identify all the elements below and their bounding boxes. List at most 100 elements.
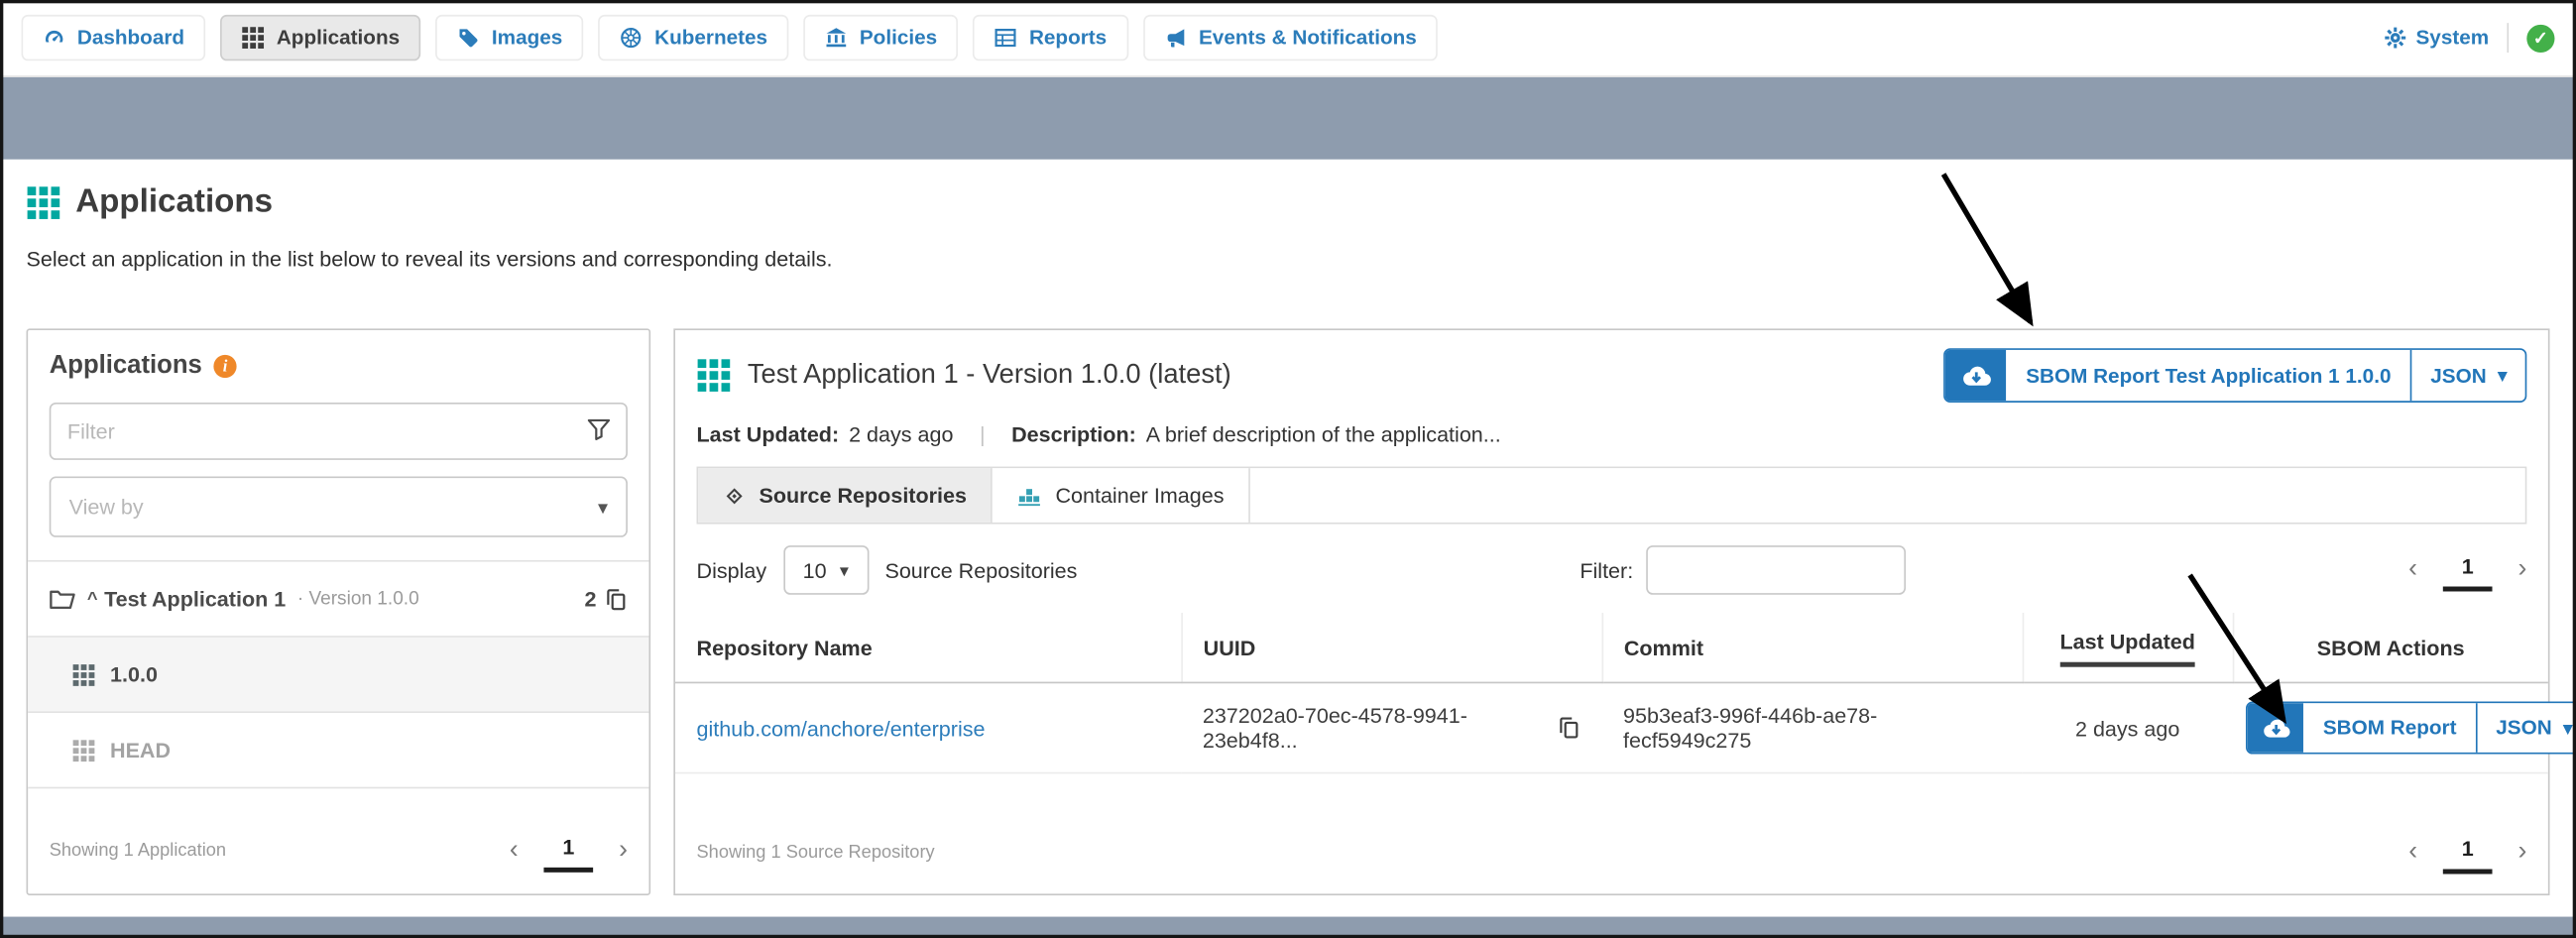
nav-label: Images [492, 27, 562, 50]
container-stack-icon [1017, 483, 1042, 508]
table-row[interactable]: github.com/anchore/enterprise 237202a0-7… [675, 682, 2548, 772]
nav-label: Applications [277, 27, 400, 50]
table-filter-group: Filter: [1580, 545, 1906, 595]
application-row[interactable]: ^ Test Application 1 · Version 1.0.0 2 [28, 562, 648, 638]
detail-meta-row: Last Updated: 2 days ago | Description: … [675, 415, 2548, 466]
tag-icon [457, 27, 480, 50]
column-header-sbom-actions[interactable]: SBOM Actions [2233, 613, 2548, 682]
chevron-down-icon: ▾ [840, 559, 849, 581]
nav-item-kubernetes[interactable]: Kubernetes [599, 15, 789, 60]
uuid-value: 237202a0-70ec-4578-9941-23eb4f8... [1203, 703, 1545, 753]
copy-icon[interactable] [1558, 716, 1581, 739]
detail-tabstrip: Source Repositories Container Images [697, 467, 2527, 525]
nav-item-reports[interactable]: Reports [974, 15, 1128, 60]
column-header-uuid[interactable]: UUID [1181, 613, 1601, 682]
tab-label: Container Images [1055, 483, 1224, 508]
column-header-repository-name[interactable]: Repository Name [675, 613, 1181, 682]
application-name: Test Application 1 [104, 587, 286, 612]
screenshot-root: Dashboard Applications Images Kubernetes [0, 0, 2576, 938]
bank-icon [825, 27, 848, 50]
pagination-next-icon[interactable]: › [2517, 840, 2526, 867]
pagination-current-page[interactable]: 1 [2444, 831, 2492, 874]
nav-item-events-notifications[interactable]: Events & Notifications [1143, 15, 1439, 60]
sorted-column-label: Last Updated [2059, 630, 2194, 667]
pagination-prev-icon[interactable]: ‹ [2408, 840, 2417, 867]
uuid-cell: 237202a0-70ec-4578-9941-23eb4f8... [1181, 682, 1601, 772]
detail-header: Test Application 1 - Version 1.0.0 (late… [675, 330, 2548, 415]
tabstrip-filler [1250, 468, 2525, 523]
pagination-current-page[interactable]: 1 [544, 829, 592, 872]
display-label: Display [697, 558, 767, 583]
pagination: ‹ 1 › [2408, 548, 2526, 591]
pagination: ‹ 1 › [510, 829, 628, 872]
sidebar-filter-wrap [50, 403, 628, 460]
meta-separator: | [980, 422, 986, 447]
page-title: Applications [75, 184, 273, 222]
nav-item-policies[interactable]: Policies [804, 15, 959, 60]
sbom-format-select[interactable]: JSON ▾ [2476, 703, 2576, 753]
view-by-placeholder: View by [69, 495, 144, 520]
display-suffix: Source Repositories [884, 558, 1077, 583]
panel-title: Applications [50, 352, 202, 382]
commit-cell: 95b3eaf3-996f-446b-ae78-fecf5949c275 [1601, 682, 2022, 772]
applications-list-footer: Showing 1 Application ‹ 1 › [28, 807, 648, 894]
pagination-current-page[interactable]: 1 [2444, 548, 2492, 591]
applications-grid-icon [27, 185, 61, 220]
top-navigation: Dashboard Applications Images Kubernetes [0, 0, 2576, 77]
pagination-next-icon[interactable]: › [2517, 557, 2526, 584]
panel-title-row: Applications i [50, 352, 628, 382]
nav-label: System [2415, 27, 2489, 50]
filter-funnel-icon [587, 417, 612, 442]
column-header-last-updated[interactable]: Last Updated [2023, 613, 2233, 682]
sbom-report-app-button[interactable]: SBOM Report Test Application 1 1.0.0 JSO… [1943, 348, 2526, 403]
table-header-row: Repository Name UUID Commit Last Updated… [675, 613, 2548, 682]
table-filter-input[interactable] [1646, 545, 1906, 595]
page-subtitle: Select an application in the list below … [27, 247, 2550, 272]
tab-source-repositories[interactable]: Source Repositories [698, 468, 993, 523]
gear-icon [2383, 27, 2405, 50]
version-label: HEAD [110, 738, 171, 762]
pagination-prev-icon[interactable]: ‹ [2408, 557, 2417, 584]
nav-item-system[interactable]: System [2383, 27, 2489, 50]
check-glyph: ✓ [2533, 27, 2548, 49]
pagination-next-icon[interactable]: › [619, 837, 628, 864]
nav-separator [2507, 23, 2509, 53]
nav-label: Reports [1029, 27, 1107, 50]
cloud-download-icon[interactable] [2248, 703, 2303, 753]
applications-list-panel: Applications i View by ▾ [27, 328, 651, 895]
tab-container-images[interactable]: Container Images [993, 468, 1250, 523]
pagination-prev-icon[interactable]: ‹ [510, 837, 519, 864]
page-size-select[interactable]: 10 ▾ [783, 545, 869, 595]
last-updated-value: 2 days ago [2075, 716, 2179, 741]
applications-grid-icon [697, 358, 732, 393]
sbom-report-row-button[interactable]: SBOM Report JSON ▾ [2246, 701, 2576, 754]
system-health-check-icon[interactable]: ✓ [2526, 24, 2554, 52]
sidebar-filter-input[interactable] [50, 403, 628, 460]
applications-grid-icon [242, 27, 265, 50]
sbom-format-value: JSON [2430, 364, 2486, 387]
nav-item-applications[interactable]: Applications [221, 15, 421, 60]
detail-footer: Showing 1 Source Repository ‹ 1 › [675, 812, 2548, 894]
column-header-commit[interactable]: Commit [1601, 613, 2022, 682]
version-row-1-0-0[interactable]: 1.0.0 [28, 638, 648, 713]
megaphone-icon [1164, 27, 1187, 50]
copy-icon[interactable] [605, 587, 628, 610]
nav-item-dashboard[interactable]: Dashboard [22, 15, 206, 60]
nav-item-images[interactable]: Images [436, 15, 584, 60]
showing-count-text: Showing 1 Application [50, 841, 226, 861]
report-table-icon [995, 27, 1017, 50]
chevron-down-icon: ▾ [598, 496, 608, 519]
version-count: 2 [584, 587, 596, 612]
version-row-head[interactable]: HEAD [28, 713, 648, 788]
view-by-select[interactable]: View by ▾ [50, 477, 628, 537]
description-label: Description: [1011, 422, 1136, 447]
dashboard-icon [43, 27, 65, 50]
collapse-caret-icon[interactable]: ^ [87, 589, 98, 609]
sbom-format-select[interactable]: JSON ▾ [2410, 350, 2524, 401]
nav-label: Events & Notifications [1199, 27, 1417, 50]
source-repositories-table: Repository Name UUID Commit Last Updated… [675, 613, 2548, 773]
cloud-download-icon[interactable] [1945, 350, 2006, 401]
nav-label: Policies [860, 27, 937, 50]
info-icon[interactable]: i [213, 355, 236, 378]
repository-link[interactable]: github.com/anchore/enterprise [697, 716, 986, 741]
